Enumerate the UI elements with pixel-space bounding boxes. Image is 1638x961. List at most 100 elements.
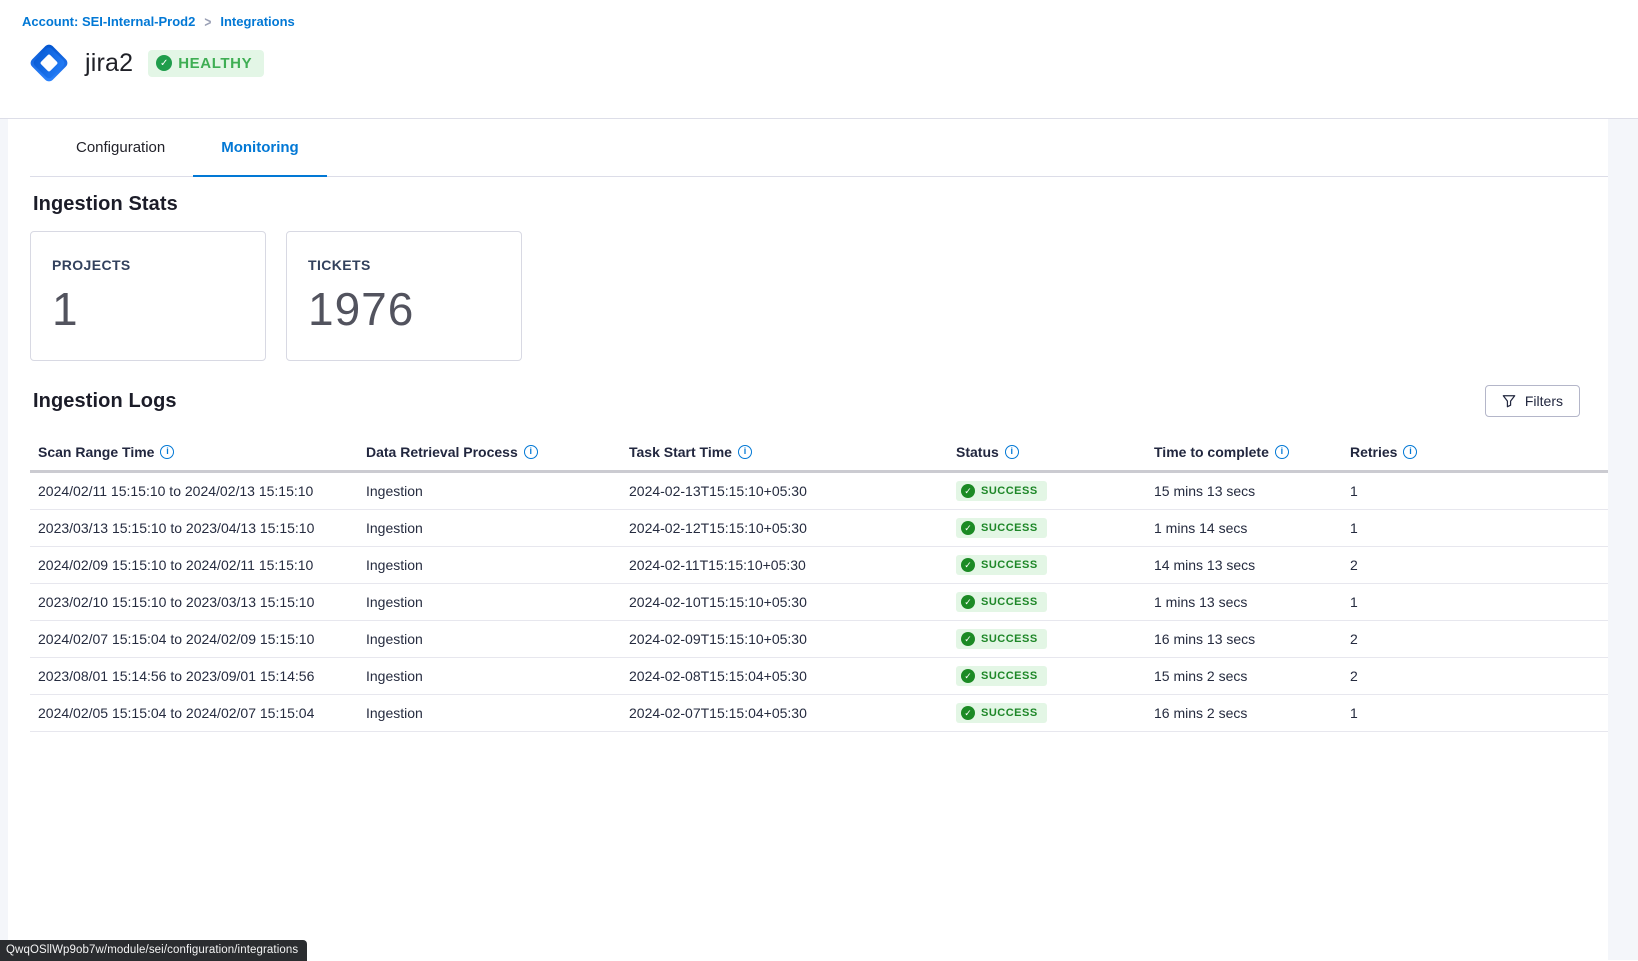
cell-time-to-complete: 15 mins 13 secs	[1154, 483, 1350, 499]
table-row[interactable]: 2024/02/09 15:15:10 to 2024/02/11 15:15:…	[30, 547, 1608, 584]
table-header-row: Scan Range Timei Data Retrieval Processi…	[30, 433, 1608, 473]
filters-button-label: Filters	[1525, 393, 1563, 409]
cell-task-start: 2024-02-07T15:15:04+05:30	[629, 705, 956, 721]
tab-configuration[interactable]: Configuration	[48, 119, 193, 177]
breadcrumb-integrations-link[interactable]: Integrations	[220, 14, 294, 29]
cell-time-to-complete: 1 mins 14 secs	[1154, 520, 1350, 536]
health-status-badge: ✓ HEALTHY	[148, 50, 264, 77]
breadcrumb-chevron-icon: >	[204, 13, 211, 31]
stat-value-projects: 1	[52, 282, 265, 336]
cell-process: Ingestion	[366, 557, 629, 573]
info-icon[interactable]: i	[1275, 445, 1289, 459]
status-badge: ✓ SUCCESS	[956, 481, 1047, 501]
status-label: SUCCESS	[981, 707, 1038, 719]
cell-status: ✓ SUCCESS	[956, 629, 1154, 650]
status-check-icon: ✓	[961, 484, 975, 498]
status-label: SUCCESS	[981, 670, 1038, 682]
info-icon[interactable]: i	[524, 445, 538, 459]
status-check-icon: ✓	[961, 521, 975, 535]
filters-button[interactable]: Filters	[1485, 385, 1580, 417]
cell-time-to-complete: 14 mins 13 secs	[1154, 557, 1350, 573]
cell-retries: 1	[1350, 705, 1608, 721]
col-header-scan-range: Scan Range Timei	[38, 444, 366, 460]
cell-status: ✓ SUCCESS	[956, 518, 1154, 539]
stat-card-tickets: TICKETS 1976	[286, 231, 522, 361]
cell-scan-range: 2024/02/11 15:15:10 to 2024/02/13 15:15:…	[38, 483, 366, 499]
cell-process: Ingestion	[366, 705, 629, 721]
cell-task-start: 2024-02-12T15:15:10+05:30	[629, 520, 956, 536]
status-badge: ✓ SUCCESS	[956, 629, 1047, 649]
cell-status: ✓ SUCCESS	[956, 592, 1154, 613]
cell-process: Ingestion	[366, 520, 629, 536]
status-label: SUCCESS	[981, 559, 1038, 571]
cell-retries: 1	[1350, 520, 1608, 536]
cell-scan-range: 2024/02/09 15:15:10 to 2024/02/11 15:15:…	[38, 557, 366, 573]
status-check-icon: ✓	[961, 669, 975, 683]
status-badge: ✓ SUCCESS	[956, 666, 1047, 686]
table-row[interactable]: 2024/02/07 15:15:04 to 2024/02/09 15:15:…	[30, 621, 1608, 658]
info-icon[interactable]: i	[738, 445, 752, 459]
ingestion-logs-table: Scan Range Timei Data Retrieval Processi…	[30, 433, 1608, 732]
cell-scan-range: 2023/08/01 15:14:56 to 2023/09/01 15:14:…	[38, 668, 366, 684]
health-check-icon: ✓	[156, 55, 172, 71]
tab-bar: Configuration Monitoring	[30, 119, 1608, 177]
info-icon[interactable]: i	[1403, 445, 1417, 459]
cell-retries: 2	[1350, 668, 1608, 684]
table-row[interactable]: 2023/02/10 15:15:10 to 2023/03/13 15:15:…	[30, 584, 1608, 621]
table-body: 2024/02/11 15:15:10 to 2024/02/13 15:15:…	[30, 473, 1608, 732]
table-row[interactable]: 2024/02/05 15:15:04 to 2024/02/07 15:15:…	[30, 695, 1608, 732]
cell-retries: 1	[1350, 594, 1608, 610]
cell-process: Ingestion	[366, 631, 629, 647]
cell-time-to-complete: 1 mins 13 secs	[1154, 594, 1350, 610]
cell-task-start: 2024-02-10T15:15:10+05:30	[629, 594, 956, 610]
status-check-icon: ✓	[961, 595, 975, 609]
cell-time-to-complete: 16 mins 2 secs	[1154, 705, 1350, 721]
status-check-icon: ✓	[961, 632, 975, 646]
page-header: Account: SEI-Internal-Prod2 > Integratio…	[0, 0, 1638, 119]
status-badge: ✓ SUCCESS	[956, 592, 1047, 612]
jira-logo-icon	[22, 36, 76, 90]
stats-cards: PROJECTS 1 TICKETS 1976	[30, 231, 1608, 361]
cell-status: ✓ SUCCESS	[956, 555, 1154, 576]
cell-process: Ingestion	[366, 668, 629, 684]
col-header-status: Statusi	[956, 444, 1154, 460]
col-header-retries: Retriesi	[1350, 444, 1608, 460]
info-icon[interactable]: i	[1005, 445, 1019, 459]
col-header-task-start: Task Start Timei	[629, 444, 956, 460]
cell-process: Ingestion	[366, 594, 629, 610]
status-badge: ✓ SUCCESS	[956, 518, 1047, 538]
status-label: SUCCESS	[981, 485, 1038, 497]
cell-status: ✓ SUCCESS	[956, 703, 1154, 724]
breadcrumb-account-link[interactable]: Account: SEI-Internal-Prod2	[22, 14, 195, 29]
cell-scan-range: 2024/02/05 15:15:04 to 2024/02/07 15:15:…	[38, 705, 366, 721]
table-row[interactable]: 2024/02/11 15:15:10 to 2024/02/13 15:15:…	[30, 473, 1608, 510]
integration-title-row: jira2 ✓ HEALTHY	[22, 36, 1638, 90]
cell-status: ✓ SUCCESS	[956, 481, 1154, 502]
stat-label-tickets: TICKETS	[308, 257, 521, 273]
health-status-label: HEALTHY	[178, 55, 252, 72]
cell-time-to-complete: 16 mins 13 secs	[1154, 631, 1350, 647]
cell-scan-range: 2023/03/13 15:15:10 to 2023/04/13 15:15:…	[38, 520, 366, 536]
cell-task-start: 2024-02-11T15:15:10+05:30	[629, 557, 956, 573]
cell-time-to-complete: 15 mins 2 secs	[1154, 668, 1350, 684]
status-badge: ✓ SUCCESS	[956, 555, 1047, 575]
col-header-process: Data Retrieval Processi	[366, 444, 629, 460]
cell-scan-range: 2024/02/07 15:15:04 to 2024/02/09 15:15:…	[38, 631, 366, 647]
cell-status: ✓ SUCCESS	[956, 666, 1154, 687]
cell-scan-range: 2023/02/10 15:15:10 to 2023/03/13 15:15:…	[38, 594, 366, 610]
status-label: SUCCESS	[981, 633, 1038, 645]
table-row[interactable]: 2023/03/13 15:15:10 to 2023/04/13 15:15:…	[30, 510, 1608, 547]
status-check-icon: ✓	[961, 706, 975, 720]
cell-task-start: 2024-02-09T15:15:10+05:30	[629, 631, 956, 647]
cell-task-start: 2024-02-13T15:15:10+05:30	[629, 483, 956, 499]
tab-monitoring[interactable]: Monitoring	[193, 119, 326, 177]
table-row[interactable]: 2023/08/01 15:14:56 to 2023/09/01 15:14:…	[30, 658, 1608, 695]
cell-retries: 1	[1350, 483, 1608, 499]
cell-retries: 2	[1350, 557, 1608, 573]
breadcrumb: Account: SEI-Internal-Prod2 > Integratio…	[22, 14, 1638, 29]
cell-task-start: 2024-02-08T15:15:04+05:30	[629, 668, 956, 684]
status-check-icon: ✓	[961, 558, 975, 572]
integration-name: jira2	[85, 49, 133, 78]
info-icon[interactable]: i	[160, 445, 174, 459]
filter-funnel-icon	[1502, 394, 1516, 408]
